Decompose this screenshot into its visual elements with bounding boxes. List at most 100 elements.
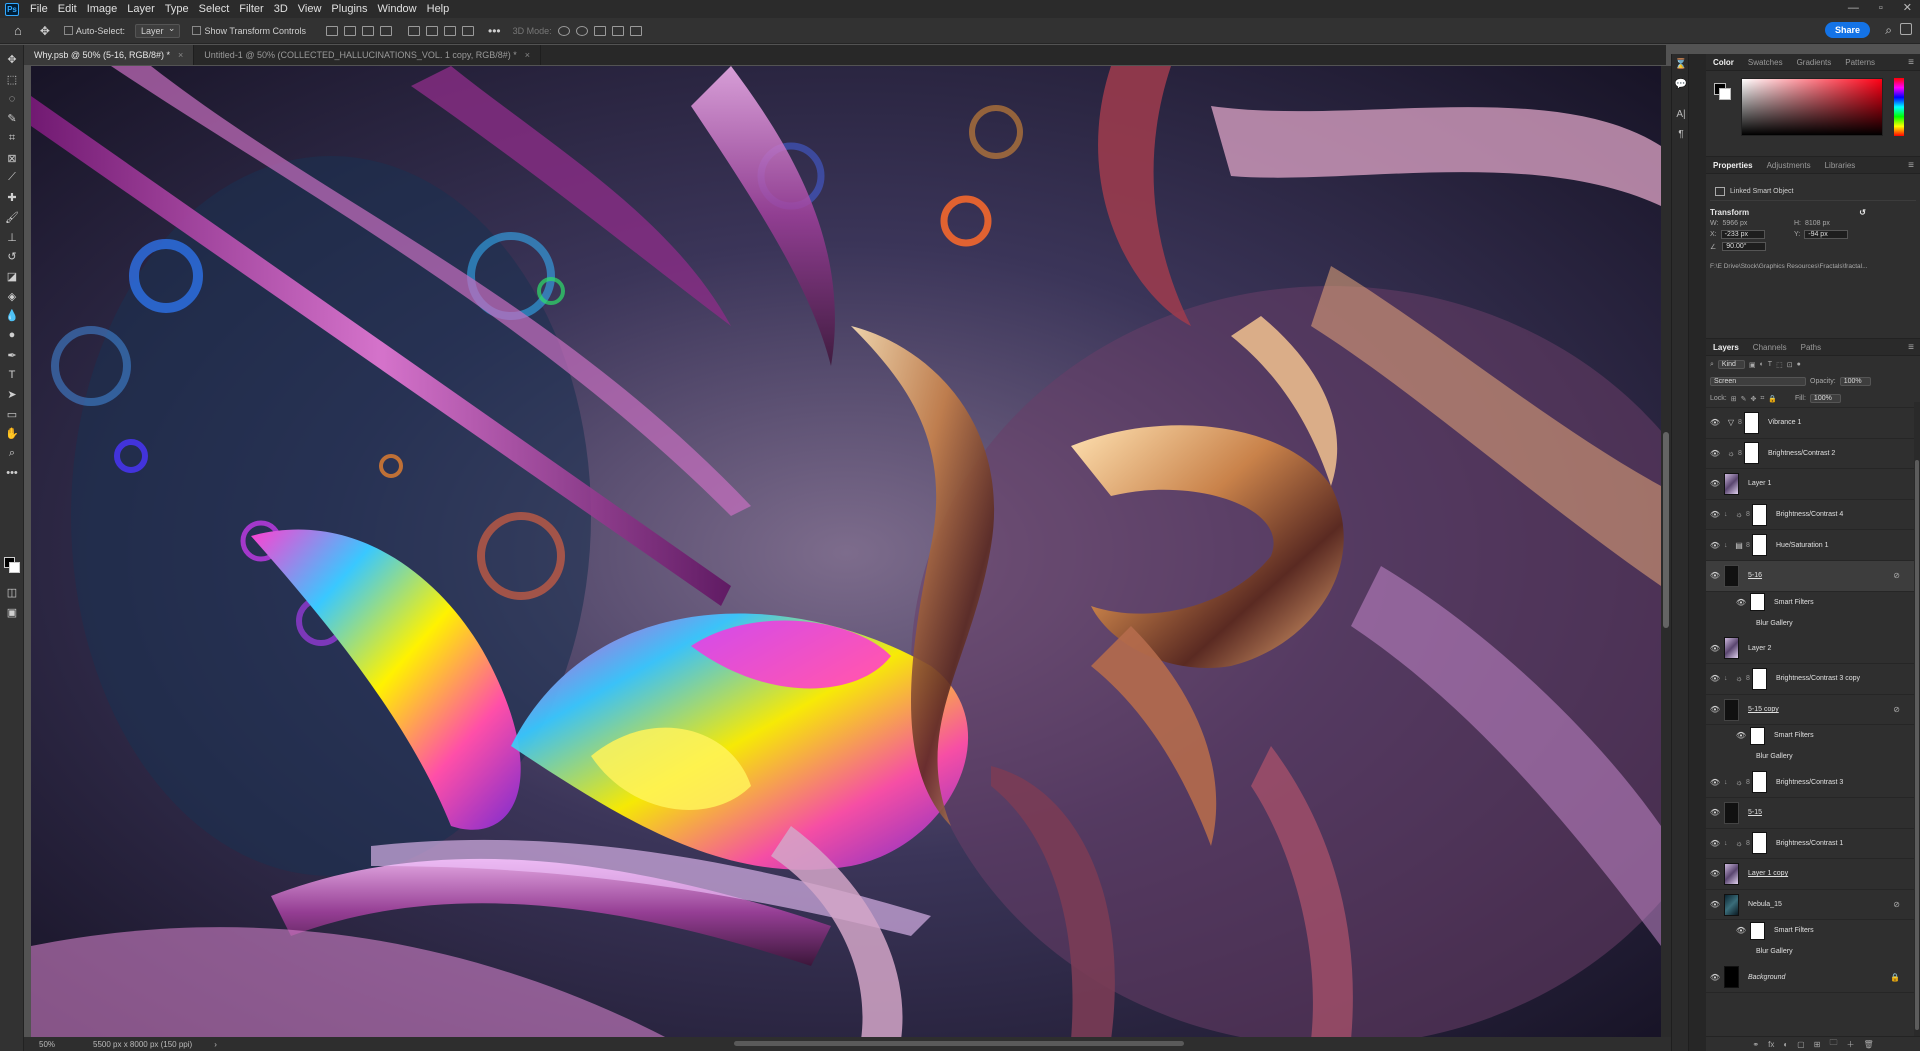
opacity-field[interactable]: 100%: [1839, 377, 1871, 386]
visibility-eye-icon[interactable]: 👁: [1706, 900, 1724, 909]
frame-tool-icon[interactable]: ⊠: [0, 148, 24, 168]
brush-tool-icon[interactable]: 🖌: [0, 208, 24, 228]
path-select-icon[interactable]: ➤: [0, 385, 24, 405]
new-layer-icon[interactable]: ＋: [1846, 1039, 1854, 1050]
history-icon[interactable]: ⌛: [1672, 54, 1690, 74]
pen-tool-icon[interactable]: ✒: [0, 345, 24, 365]
menu-file[interactable]: File: [25, 0, 53, 18]
align-center-icon[interactable]: [344, 25, 357, 36]
align-middle-icon[interactable]: [426, 25, 439, 36]
filter-smart-icon[interactable]: ⊡: [1787, 361, 1793, 369]
visibility-eye-icon[interactable]: 👁: [1732, 926, 1750, 935]
menu-select[interactable]: Select: [194, 0, 235, 18]
fx-icon[interactable]: fx: [1768, 1040, 1774, 1049]
eyedropper-tool-icon[interactable]: ⟋: [0, 168, 24, 188]
add-mask-icon[interactable]: ▢: [1797, 1040, 1805, 1049]
paint-bucket-icon[interactable]: ◈: [0, 286, 24, 306]
filter-type-icon[interactable]: T: [1768, 361, 1772, 368]
background-color-swatch[interactable]: [9, 562, 20, 573]
layer-row-selected[interactable]: 👁 5-16 ⊘: [1706, 560, 1914, 592]
y-field[interactable]: -94 px: [1804, 230, 1849, 239]
menu-edit[interactable]: Edit: [53, 0, 82, 18]
menu-type[interactable]: Type: [160, 0, 194, 18]
layer-row[interactable]: 👁 ↓ ☼ 8 Brightness/Contrast 3 copy: [1706, 664, 1914, 695]
tab-why-psb[interactable]: Why.psb @ 50% (5-16, RGB/8#) * ×: [24, 45, 195, 65]
tab-patterns[interactable]: Patterns: [1838, 54, 1882, 71]
lock-icon[interactable]: 🔒: [1890, 973, 1900, 982]
menu-filter[interactable]: Filter: [234, 0, 268, 18]
visibility-eye-icon[interactable]: 👁: [1706, 674, 1724, 683]
menu-layer[interactable]: Layer: [122, 0, 160, 18]
scroll-thumb[interactable]: [1663, 432, 1669, 628]
menu-view[interactable]: View: [293, 0, 327, 18]
adjustment-layer-icon[interactable]: ◐: [1783, 1040, 1788, 1049]
zoom-tool-icon[interactable]: ⌕: [0, 444, 24, 464]
background-color-chip[interactable]: [1719, 88, 1731, 100]
menu-window[interactable]: Window: [373, 0, 422, 18]
tab-channels[interactable]: Channels: [1746, 339, 1794, 356]
filter-pixel-icon[interactable]: ▣: [1749, 361, 1756, 369]
clone-stamp-icon[interactable]: ⊥: [0, 227, 24, 247]
align-bottom-icon[interactable]: [444, 25, 457, 36]
smart-filters-row[interactable]: 👁 Smart Filters: [1706, 592, 1914, 613]
layer-row[interactable]: 👁 Layer 1 copy: [1706, 859, 1914, 890]
visibility-eye-icon[interactable]: 👁: [1706, 973, 1724, 982]
more-options-icon[interactable]: •••: [488, 24, 501, 38]
3d-roll-icon[interactable]: [575, 25, 588, 36]
new-group-icon[interactable]: ⊞: [1814, 1040, 1821, 1049]
layer-row[interactable]: 👁 5-15 copy ⊘: [1706, 695, 1914, 726]
smart-filters-row[interactable]: 👁 Smart Filters: [1706, 725, 1914, 746]
document-canvas[interactable]: [31, 66, 1661, 1040]
visibility-eye-icon[interactable]: 👁: [1706, 808, 1724, 817]
tab-gradients[interactable]: Gradients: [1790, 54, 1839, 71]
visibility-eye-icon[interactable]: 👁: [1706, 541, 1724, 550]
filter-row[interactable]: Blur Gallery: [1706, 746, 1914, 767]
trash-icon[interactable]: 🗑: [1863, 1040, 1873, 1049]
lasso-tool-icon[interactable]: ◌: [0, 89, 24, 109]
rectangle-tool-icon[interactable]: ▭: [0, 404, 24, 424]
auto-select-checkbox[interactable]: [63, 26, 73, 35]
scroll-thumb[interactable]: [1915, 460, 1919, 1030]
w-value[interactable]: 5966 px: [1722, 220, 1747, 227]
3d-scale-icon[interactable]: [629, 25, 642, 36]
type-tool-icon[interactable]: T: [0, 365, 24, 385]
tab-libraries[interactable]: Libraries: [1818, 157, 1863, 174]
tab-adjustments[interactable]: Adjustments: [1760, 157, 1818, 174]
tab-paths[interactable]: Paths: [1794, 339, 1828, 356]
tab-swatches[interactable]: Swatches: [1741, 54, 1790, 71]
layer-row[interactable]: 👁 Nebula_15 ⊘: [1706, 890, 1914, 921]
panel-menu-icon[interactable]: ≡: [1908, 160, 1914, 171]
zoom-level[interactable]: 50%: [39, 1040, 55, 1049]
blend-mode-dropdown[interactable]: Screen: [1710, 377, 1806, 386]
eraser-tool-icon[interactable]: ◪: [0, 267, 24, 287]
filter-shape-icon[interactable]: ⬚: [1776, 361, 1783, 369]
filter-row[interactable]: Blur Gallery: [1706, 613, 1914, 634]
menu-3d[interactable]: 3D: [269, 0, 293, 18]
dodge-tool-icon[interactable]: ●: [0, 326, 24, 346]
visibility-eye-icon[interactable]: 👁: [1706, 479, 1724, 488]
share-button[interactable]: Share: [1824, 22, 1870, 38]
auto-select-dropdown[interactable]: Layer: [134, 23, 181, 38]
visibility-eye-icon[interactable]: 👁: [1732, 598, 1750, 607]
blur-tool-icon[interactable]: 💧: [0, 306, 24, 326]
filter-kind-dropdown[interactable]: Kind: [1717, 360, 1745, 369]
align-right-icon[interactable]: [362, 25, 375, 36]
transform-controls-checkbox[interactable]: [192, 26, 202, 35]
tab-untitled-1[interactable]: Untitled-1 @ 50% (COLLECTED_HALLUCINATIO…: [194, 45, 541, 65]
layer-row[interactable]: 👁 ↓ ▤ 8 Hue/Saturation 1: [1706, 530, 1914, 561]
align-top-icon[interactable]: [408, 25, 421, 36]
menu-plugins[interactable]: Plugins: [326, 0, 372, 18]
layer-row[interactable]: 👁 ↓ ☼ 8 Brightness/Contrast 4: [1706, 500, 1914, 531]
visibility-eye-icon[interactable]: 👁: [1706, 705, 1724, 714]
filter-toggle-icon[interactable]: ●: [1797, 361, 1801, 368]
link-layers-icon[interactable]: ⚭: [1752, 1040, 1759, 1049]
move-tool-icon[interactable]: ✥: [40, 24, 50, 38]
move-tool-icon[interactable]: ✥: [0, 50, 24, 70]
panel-menu-icon[interactable]: ≡: [1908, 57, 1914, 68]
quick-select-tool-icon[interactable]: ✎: [0, 109, 24, 129]
tab-layers[interactable]: Layers: [1706, 339, 1746, 356]
quick-mask-icon[interactable]: ◫: [0, 583, 24, 603]
minimize-button[interactable]: —: [1848, 0, 1859, 16]
visibility-eye-icon[interactable]: 👁: [1706, 418, 1724, 427]
folder-icon[interactable]: 🗀: [1829, 1037, 1837, 1051]
